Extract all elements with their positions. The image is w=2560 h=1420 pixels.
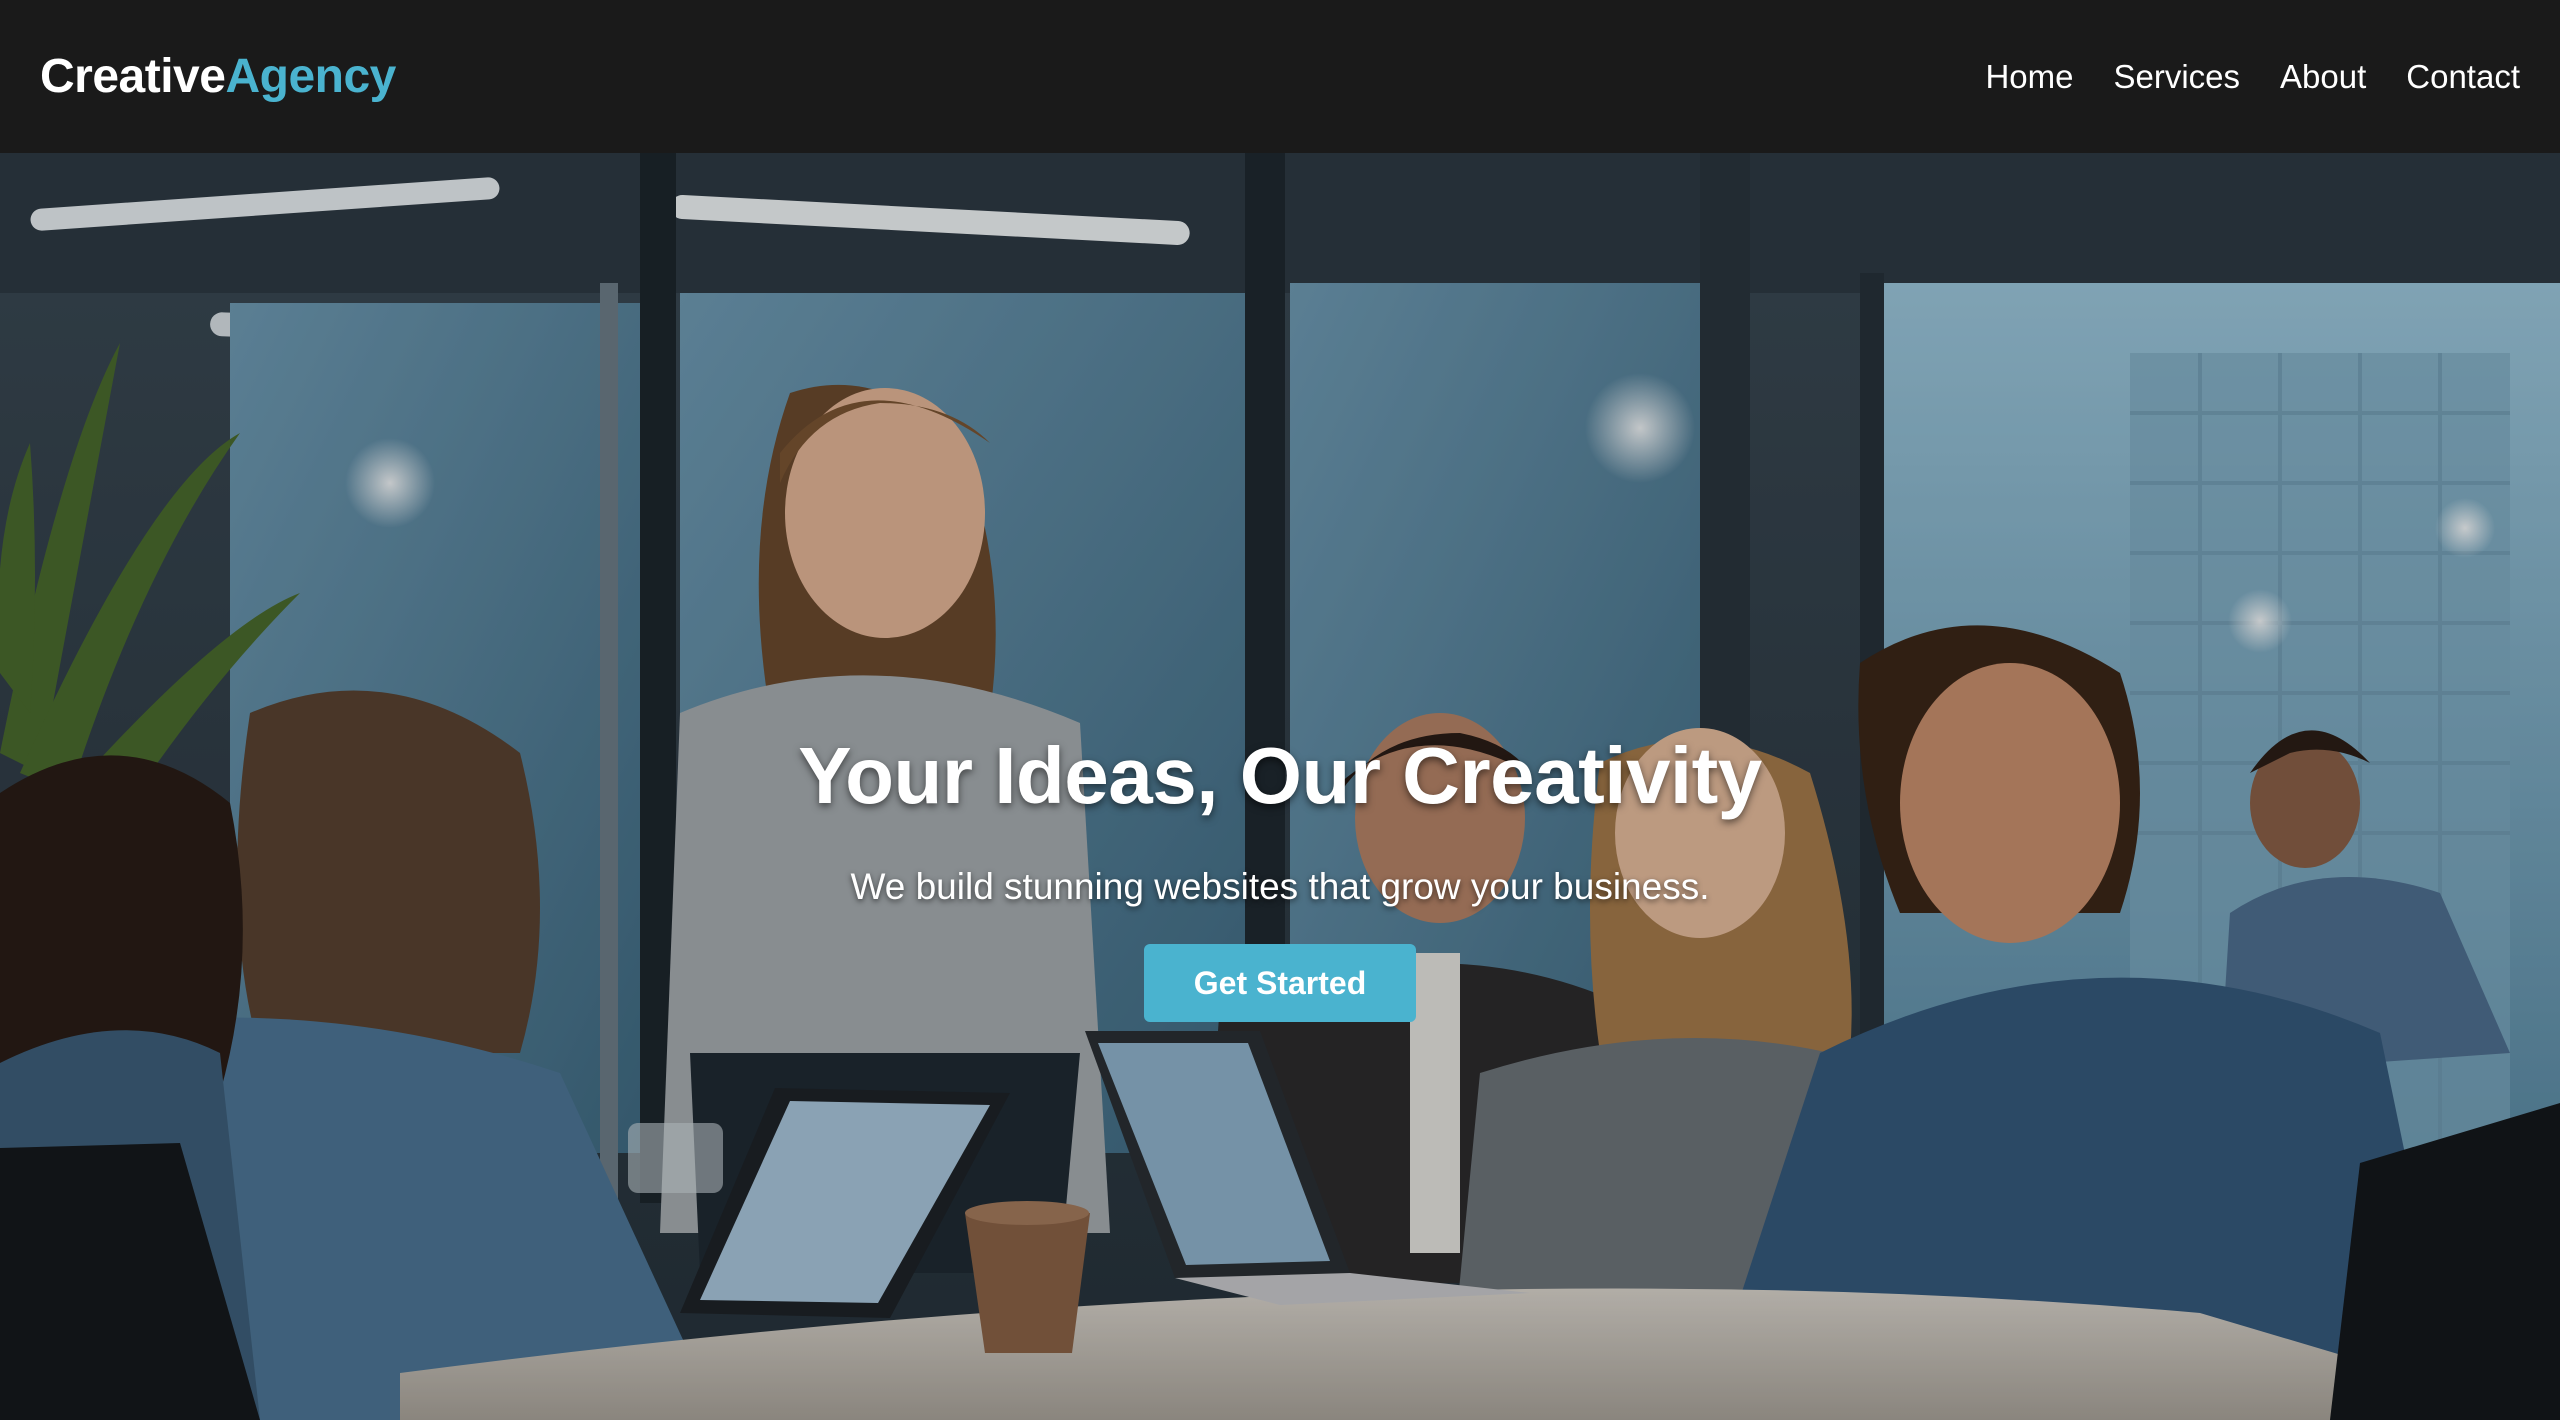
nav-link-about[interactable]: About bbox=[2280, 58, 2366, 96]
nav-link-home[interactable]: Home bbox=[1985, 58, 2073, 96]
site-header: CreativeAgency Home Services About Conta… bbox=[0, 0, 2560, 153]
hero-title: Your Ideas, Our Creativity bbox=[798, 731, 1762, 820]
hero-subtitle: We build stunning websites that grow you… bbox=[850, 866, 1710, 907]
logo-primary-text: Creative bbox=[40, 50, 226, 103]
hero-section: Your Ideas, Our Creativity We build stun… bbox=[0, 153, 2560, 1420]
get-started-button[interactable]: Get Started bbox=[1144, 944, 1416, 1022]
nav-link-services[interactable]: Services bbox=[2113, 58, 2240, 96]
logo-accent-text: Agency bbox=[225, 50, 396, 103]
main-nav: Home Services About Contact bbox=[1985, 58, 2520, 96]
hero-content: Your Ideas, Our Creativity We build stun… bbox=[0, 153, 2560, 1420]
nav-link-contact[interactable]: Contact bbox=[2406, 58, 2520, 96]
site-logo[interactable]: CreativeAgency bbox=[40, 49, 396, 104]
